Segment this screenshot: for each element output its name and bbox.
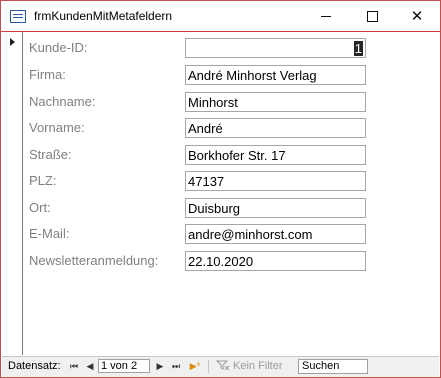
last-record-button[interactable]: ⏭: [169, 359, 183, 373]
vorname-field[interactable]: André: [185, 118, 366, 138]
ort-field[interactable]: Duisburg: [185, 198, 366, 218]
new-record-button[interactable]: ▶*: [186, 359, 204, 373]
firma-field[interactable]: André Minhorst Verlag: [185, 65, 366, 85]
search-input[interactable]: Suchen: [298, 359, 368, 374]
record-navigation-bar: Datensatz: ⏮ ◀ 1 von 2 ▶ ⏭ ▶* Kein Filte…: [2, 356, 439, 377]
plz-field[interactable]: 47137: [185, 171, 366, 191]
filter-label: Kein Filter: [233, 360, 283, 372]
minimize-icon: [321, 15, 331, 17]
current-record-arrow-icon: [10, 38, 15, 46]
maximize-button[interactable]: [349, 1, 395, 31]
close-icon: ✕: [410, 8, 424, 25]
kunde-id-value: 1: [353, 41, 363, 56]
previous-record-icon: ◀: [86, 360, 94, 371]
firma-label: Firma:: [29, 67, 66, 82]
new-record-icon: ▶*: [189, 360, 201, 371]
form-icon: [10, 10, 26, 23]
vorname-label: Vorname:: [29, 120, 85, 135]
newsletteranmeldung-field[interactable]: 22.10.2020: [185, 251, 366, 271]
form-body: Kunde-ID: 1 Firma: André Minhorst Verlag…: [23, 32, 439, 355]
title-bar[interactable]: frmKundenMitMetafeldern ✕: [1, 1, 440, 32]
email-field[interactable]: andre@minhorst.com: [185, 224, 366, 244]
previous-record-button[interactable]: ◀: [83, 359, 97, 373]
nachname-field[interactable]: Minhorst: [185, 92, 366, 112]
close-button[interactable]: ✕: [394, 1, 440, 31]
newsletteranmeldung-label: Newsletteranmeldung:: [29, 253, 159, 268]
record-position-field[interactable]: 1 von 2: [98, 359, 150, 373]
first-record-icon: ⏮: [69, 360, 79, 371]
kunde-id-label: Kunde-ID:: [29, 40, 88, 55]
next-record-button[interactable]: ▶: [153, 359, 167, 373]
form-window: frmKundenMitMetafeldern ✕ Kunde-ID: 1 Fi…: [0, 0, 441, 378]
next-record-icon: ▶: [156, 360, 164, 371]
minimize-button[interactable]: [303, 1, 349, 31]
strasse-label: Straße:: [29, 147, 72, 162]
window-title: frmKundenMitMetafeldern: [34, 9, 173, 23]
ort-label: Ort:: [29, 200, 51, 215]
record-selector[interactable]: [2, 32, 23, 355]
first-record-button[interactable]: ⏮: [67, 359, 81, 373]
maximize-icon: [366, 10, 378, 22]
navigation-label: Datensatz:: [8, 360, 61, 372]
plz-label: PLZ:: [29, 173, 57, 188]
navigation-divider: [208, 360, 209, 373]
strasse-field[interactable]: Borkhofer Str. 17: [185, 145, 366, 165]
email-label: E-Mail:: [29, 226, 70, 241]
nachname-label: Nachname:: [29, 94, 96, 109]
filter-status-button[interactable]: Kein Filter: [216, 360, 283, 372]
last-record-icon: ⏭: [171, 360, 181, 371]
filter-icon: [216, 360, 230, 370]
kunde-id-field[interactable]: 1: [185, 38, 366, 58]
